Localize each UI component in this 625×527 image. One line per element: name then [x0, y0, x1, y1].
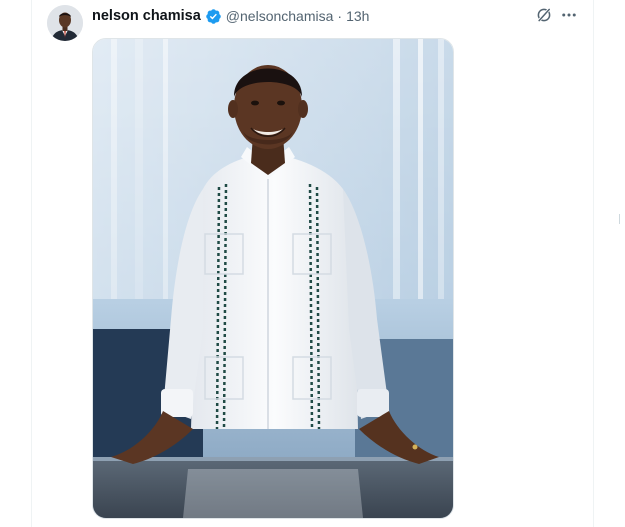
side-panel-edge — [619, 214, 625, 224]
more-horizontal-icon[interactable] — [560, 6, 578, 24]
author-handle[interactable]: @nelsonchamisa — [226, 6, 334, 26]
author-display-name[interactable]: nelson chamisa — [92, 6, 201, 26]
tweet-photo[interactable] — [92, 38, 454, 519]
avatar-image — [47, 5, 83, 41]
tweet-header: nelson chamisa @nelsonchamisa · 13h — [92, 6, 369, 26]
avatar[interactable] — [47, 5, 83, 41]
verified-badge-icon[interactable] — [205, 8, 222, 25]
timeline-page: nelson chamisa @nelsonchamisa · 13h — [0, 0, 625, 527]
timeline-left-border — [31, 0, 32, 527]
grok-icon[interactable] — [535, 6, 553, 24]
photo-illustration — [93, 39, 453, 518]
tweet-timestamp[interactable]: 13h — [346, 6, 369, 26]
separator-dot: · — [337, 8, 343, 24]
timeline-right-border — [593, 0, 594, 527]
